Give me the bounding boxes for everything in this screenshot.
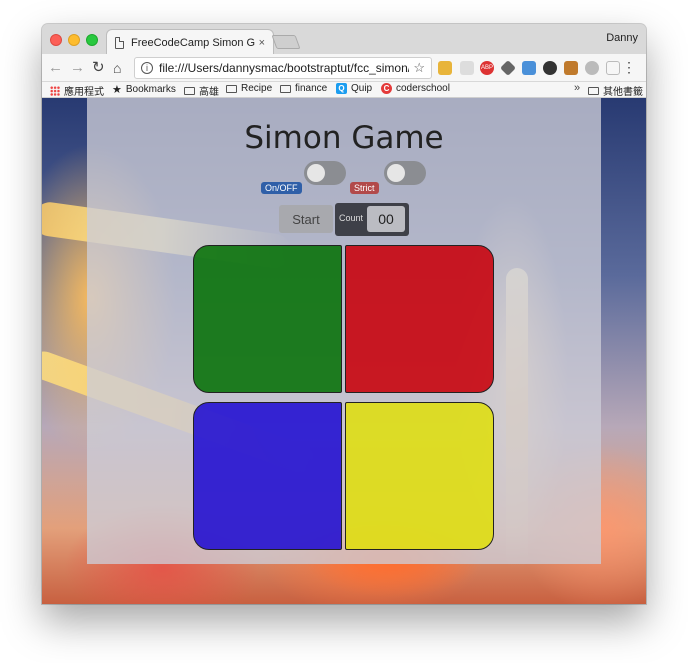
menu-icon[interactable]: ⋮ xyxy=(622,59,636,75)
folder-icon xyxy=(226,84,237,93)
bookmarks-overflow-icon[interactable]: » xyxy=(574,82,580,94)
browser-tab[interactable]: FreeCodeCamp Simon Game × xyxy=(106,29,274,55)
red-pad[interactable] xyxy=(345,245,494,393)
bookmark-bookmarks[interactable]: ★ Bookmarks xyxy=(112,83,176,96)
star-icon: ★ xyxy=(112,84,122,96)
bookmark-folder-recipe[interactable]: Recipe xyxy=(226,83,272,94)
close-window-button[interactable] xyxy=(50,34,62,46)
game-panel: Simon Game On/OFF Strict Start Count 00 xyxy=(87,98,601,564)
page-icon xyxy=(115,36,124,49)
forward-icon[interactable]: → xyxy=(70,59,85,77)
quip-icon: Q xyxy=(336,83,347,94)
extension-icon[interactable] xyxy=(438,61,452,75)
extension-icon[interactable] xyxy=(460,61,474,75)
power-toggle[interactable] xyxy=(304,161,346,185)
apps-grid-icon xyxy=(50,85,60,96)
bookmark-folder-finance[interactable]: finance xyxy=(280,83,327,94)
extension-icon[interactable] xyxy=(606,61,620,75)
bookmark-folder-kaohsiung[interactable]: 高雄 xyxy=(184,83,219,98)
extension-icon[interactable] xyxy=(522,61,536,75)
count-value: 00 xyxy=(367,206,405,232)
bookmark-apps[interactable]: 應用程式 xyxy=(50,83,104,98)
strict-toggle[interactable] xyxy=(384,161,426,185)
bookmark-label: Bookmarks xyxy=(125,84,176,95)
bookmark-label: finance xyxy=(295,83,328,94)
tab-title: FreeCodeCamp Simon Game xyxy=(131,36,255,49)
info-icon[interactable]: i xyxy=(141,62,153,74)
bookmarks-bar: 應用程式 ★ Bookmarks 高雄 Recipe finance Q Qui… xyxy=(42,82,646,98)
new-tab-button[interactable] xyxy=(271,35,301,49)
bookmark-other[interactable]: 其他書籤 xyxy=(588,83,643,98)
strict-badge: Strict xyxy=(350,182,379,194)
toggle-knob xyxy=(387,164,405,182)
zoom-window-button[interactable] xyxy=(86,34,98,46)
blue-pad[interactable] xyxy=(193,402,342,550)
green-pad[interactable] xyxy=(193,245,342,393)
extension-icon[interactable] xyxy=(585,61,599,75)
browser-window: FreeCodeCamp Simon Game × Danny ← → ↻ ⌂ … xyxy=(42,24,646,604)
toggle-knob xyxy=(307,164,325,182)
onoff-badge: On/OFF xyxy=(261,182,302,194)
url-text[interactable]: file:///Users/dannysmac/bootstraptut/fcc… xyxy=(159,61,409,75)
bookmark-label: Recipe xyxy=(241,83,273,94)
reload-icon[interactable]: ↻ xyxy=(92,59,105,77)
bookmark-label: 高雄 xyxy=(199,87,219,98)
bookmark-coderschool[interactable]: C coderschool xyxy=(381,83,450,94)
tab-close-icon[interactable]: × xyxy=(259,37,265,49)
yellow-pad[interactable] xyxy=(345,402,494,550)
page-title: Simon Game xyxy=(244,120,444,156)
home-icon[interactable]: ⌂ xyxy=(113,59,121,77)
browser-toolbar: ← → ↻ ⌂ i file:///Users/dannysmac/bootst… xyxy=(42,54,646,82)
back-icon[interactable]: ← xyxy=(48,59,63,77)
evernote-icon[interactable] xyxy=(543,61,557,75)
minimize-window-button[interactable] xyxy=(68,34,80,46)
folder-icon xyxy=(588,86,599,95)
bookmark-label: 應用程式 xyxy=(64,87,104,98)
bookmark-label: 其他書籤 xyxy=(603,87,643,98)
bookmark-label: coderschool xyxy=(396,83,450,94)
page-viewport: Simon Game On/OFF Strict Start Count 00 xyxy=(42,98,646,604)
start-button[interactable]: Start xyxy=(279,205,333,233)
bookmark-star-icon[interactable]: ☆ xyxy=(413,60,425,76)
adblock-icon[interactable]: ABP xyxy=(480,61,494,75)
tab-bar: FreeCodeCamp Simon Game × Danny xyxy=(42,24,646,55)
count-label: Count xyxy=(339,213,364,223)
bookmark-quip[interactable]: Q Quip xyxy=(336,83,372,94)
coderschool-icon: C xyxy=(381,83,392,94)
count-display: Count 00 xyxy=(335,203,409,236)
extension-icon[interactable] xyxy=(500,60,516,76)
folder-icon xyxy=(184,86,195,95)
address-bar[interactable]: i file:///Users/dannysmac/bootstraptut/f… xyxy=(134,57,432,79)
bookmark-label: Quip xyxy=(351,83,373,94)
profile-name[interactable]: Danny xyxy=(606,32,638,44)
folder-icon xyxy=(280,84,291,93)
extension-icon[interactable] xyxy=(564,61,578,75)
